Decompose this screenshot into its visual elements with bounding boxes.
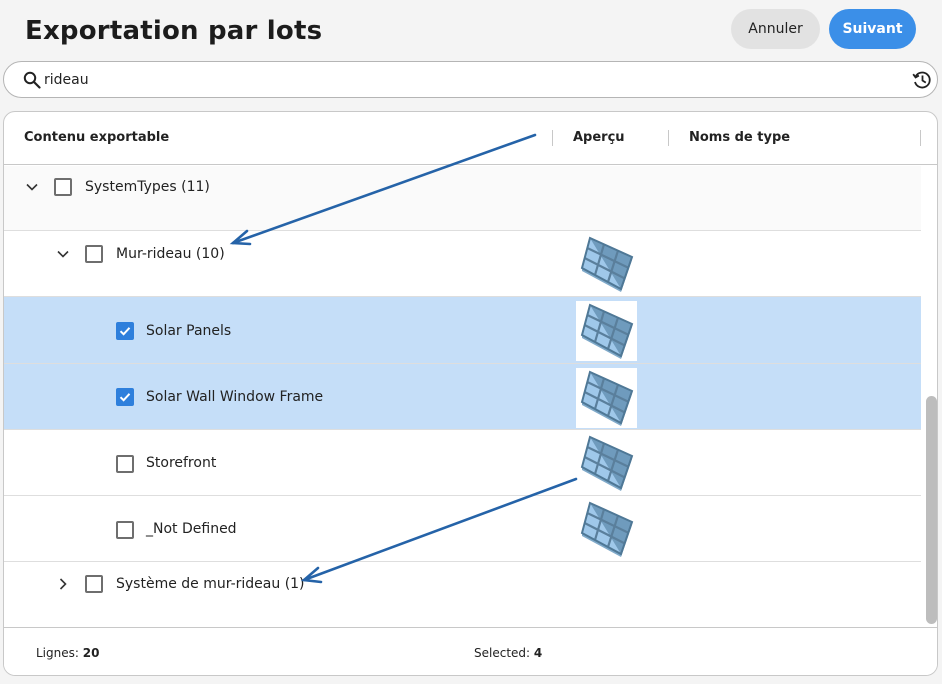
rows-count-value: 20 xyxy=(82,646,100,660)
curtain-wall-icon xyxy=(576,234,637,294)
column-header-exportable[interactable]: Contenu exportable xyxy=(24,130,169,145)
table-row[interactable]: _Not Defined xyxy=(4,496,921,562)
column-divider[interactable] xyxy=(668,130,669,146)
column-divider[interactable] xyxy=(920,130,921,146)
curtain-wall-icon xyxy=(576,368,637,428)
row-label: Mur-rideau (10) xyxy=(116,246,225,262)
row-label: Storefront xyxy=(146,455,217,471)
column-header-type-names[interactable]: Noms de type xyxy=(689,130,790,145)
table-row[interactable]: Système de mur-rideau (1) xyxy=(4,562,921,627)
table-row[interactable]: Mur-rideau (10) xyxy=(4,231,921,297)
row-label: Solar Wall Window Frame xyxy=(146,389,324,405)
table-header: Contenu exportable Aperçu Noms de type xyxy=(4,112,937,165)
table-footer: Lignes: 20 Selected: 4 xyxy=(4,627,937,675)
table-row[interactable]: Solar Wall Window Frame xyxy=(4,364,921,430)
search-input[interactable] xyxy=(44,68,894,92)
column-divider[interactable] xyxy=(552,130,553,146)
search-icon xyxy=(23,71,41,89)
chevron-right-icon[interactable] xyxy=(56,577,70,591)
row-label: SystemTypes (11) xyxy=(85,179,210,195)
table-row[interactable]: Solar Panels xyxy=(4,297,921,364)
chevron-down-icon[interactable] xyxy=(56,247,70,261)
rows-count-label: Lignes: xyxy=(36,646,79,660)
selected-count: Selected: 4 xyxy=(474,646,542,660)
scrollbar-thumb[interactable] xyxy=(926,396,937,624)
checkbox[interactable] xyxy=(116,521,134,539)
curtain-wall-icon xyxy=(576,433,637,493)
checkbox[interactable] xyxy=(116,388,134,406)
chevron-down-icon[interactable] xyxy=(25,180,39,194)
curtain-wall-icon xyxy=(576,301,637,361)
curtain-wall-icon xyxy=(576,499,637,559)
checkbox[interactable] xyxy=(54,178,72,196)
rows-count: Lignes: 20 xyxy=(36,646,99,660)
column-header-preview[interactable]: Aperçu xyxy=(573,130,625,145)
checkbox[interactable] xyxy=(116,455,134,473)
table-body: SystemTypes (11) Mur-rideau (10) Solar P… xyxy=(4,166,921,627)
table-row[interactable]: Storefront xyxy=(4,430,921,496)
checkbox[interactable] xyxy=(85,245,103,263)
checkbox[interactable] xyxy=(116,322,134,340)
row-label: Solar Panels xyxy=(146,323,232,339)
page-title: Exportation par lots xyxy=(25,16,323,46)
selected-count-value: 4 xyxy=(533,646,543,660)
search-bar xyxy=(3,61,938,98)
table-row[interactable]: SystemTypes (11) xyxy=(4,166,921,231)
row-label: Système de mur-rideau (1) xyxy=(116,576,305,592)
cancel-button[interactable]: Annuler xyxy=(731,9,820,49)
next-button[interactable]: Suivant xyxy=(829,9,916,49)
checkbox[interactable] xyxy=(85,575,103,593)
export-table: Contenu exportable Aperçu Noms de type S… xyxy=(3,111,938,676)
selected-count-label: Selected: xyxy=(474,646,531,660)
row-label: _Not Defined xyxy=(146,521,237,537)
history-icon[interactable] xyxy=(911,69,933,91)
